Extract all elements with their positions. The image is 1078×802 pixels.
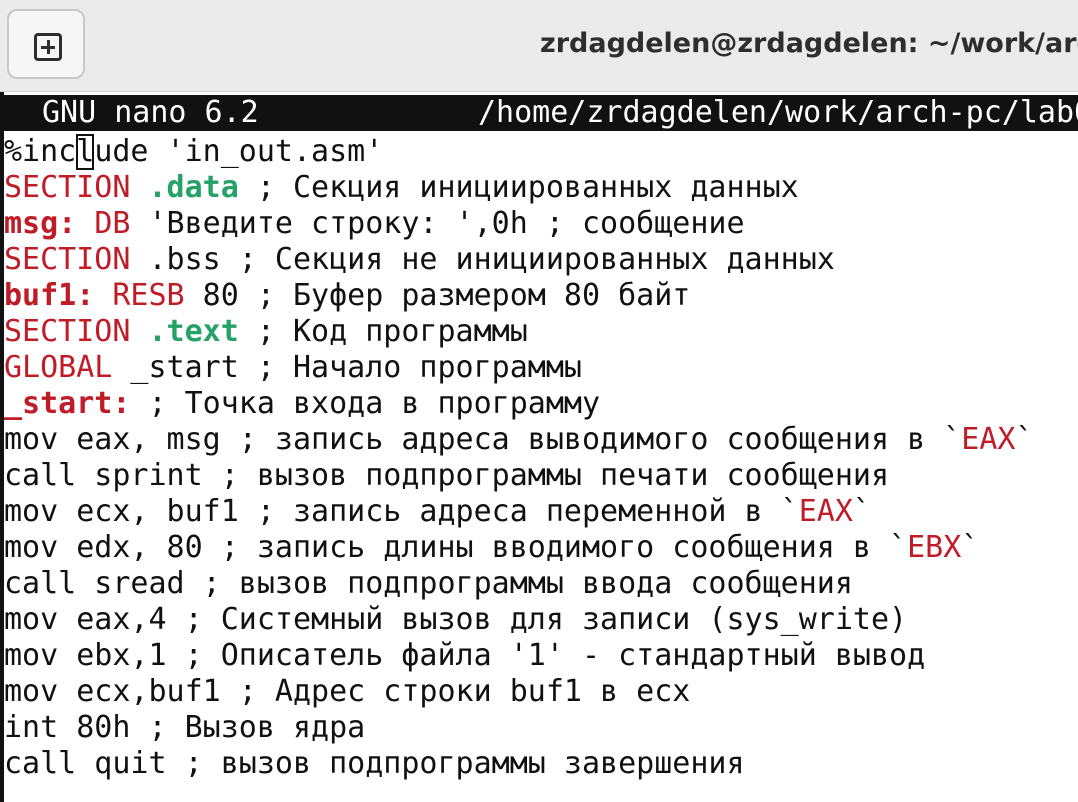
code-token: .text <box>148 314 239 349</box>
code-token: _start ; Начало программы <box>112 350 582 385</box>
code-line[interactable]: mov eax, msg ; запись адреса выводимого … <box>4 422 1034 458</box>
nano-header-bar: GNU nano 6.2 /home/zrdagdelen/work/arch-… <box>4 95 1078 131</box>
code-token: ; Секция инициированных данных <box>238 170 799 205</box>
code-line[interactable]: GLOBAL _start ; Начало программы <box>4 350 1034 386</box>
code-line[interactable]: int 80h ; Вызов ядра <box>4 710 1034 746</box>
code-line[interactable]: buf1: RESB 80 ; Буфер размером 80 байт <box>4 278 1034 314</box>
code-line[interactable]: call sread ; вызов подпрограммы ввода со… <box>4 566 1034 602</box>
code-token: mov edx, 80 ; запись длины вводимого соо… <box>4 530 908 565</box>
code-token: _start: <box>4 386 131 421</box>
code-token: mov eax, msg ; запись адреса выводимого … <box>4 422 962 457</box>
code-line[interactable]: SECTION .bss ; Секция не инициированных … <box>4 242 1034 278</box>
code-token: mov ecx, buf1 ; запись адреса переменной… <box>4 494 799 529</box>
code-token: GLOBAL <box>4 350 113 385</box>
code-token: mov eax,4 ; Системный вызов для записи (… <box>4 602 908 637</box>
code-token: ude 'in_out.asm' <box>94 134 384 169</box>
code-line[interactable]: %include 'in_out.asm' <box>4 134 1034 170</box>
code-line[interactable]: _start: ; Точка входа в программу <box>4 386 1034 422</box>
code-token: call sread ; вызов подпрограммы ввода со… <box>4 566 853 601</box>
code-token: RESB <box>112 278 185 313</box>
code-token: 80 ; Буфер размером 80 байт <box>184 278 691 313</box>
code-token: ` <box>1015 422 1034 457</box>
new-tab-button[interactable] <box>7 9 85 79</box>
code-token: SECTION <box>4 170 131 205</box>
code-line[interactable]: SECTION .text ; Код программы <box>4 314 1034 350</box>
code-token: ; Код программы <box>238 314 528 349</box>
code-line[interactable]: mov ecx, buf1 ; запись адреса переменной… <box>4 494 1034 530</box>
code-token: call quit ; вызов подпрограммы завершени… <box>4 746 745 781</box>
code-line[interactable]: SECTION .data ; Секция инициированных да… <box>4 170 1034 206</box>
code-token: SECTION <box>4 242 131 277</box>
code-line[interactable]: call sprint ; вызов подпрограммы печати … <box>4 458 1034 494</box>
title-bar: zrdagdelen@zrdagdelen: ~/work/arch- <box>0 0 1078 92</box>
code-token: .data <box>148 170 239 205</box>
code-line[interactable]: msg: DB 'Введите строку: ',0h ; сообщени… <box>4 206 1034 242</box>
code-editor[interactable]: %include 'in_out.asm' SECTION .data ; Сек… <box>4 134 1034 782</box>
code-token: mov ebx,1 ; Описатель файла '1' - станда… <box>4 638 926 673</box>
code-line[interactable]: mov ebx,1 ; Описатель файла '1' - станда… <box>4 638 1034 674</box>
code-token: DB <box>94 206 131 241</box>
window-title: zrdagdelen@zrdagdelen: ~/work/arch- <box>540 28 1078 59</box>
code-token: ` <box>852 494 871 529</box>
code-line[interactable]: mov eax,4 ; Системный вызов для записи (… <box>4 602 1034 638</box>
code-token: call sprint ; вызов подпрограммы печати … <box>4 458 890 493</box>
code-token: ` <box>961 530 980 565</box>
code-line[interactable]: mov ecx,buf1 ; Адрес строки buf1 в ecx <box>4 674 1034 710</box>
text-cursor: l <box>76 134 95 170</box>
code-token: SECTION <box>4 314 131 349</box>
code-token: int 80h ; Вызов ядра <box>4 710 366 745</box>
code-token: .bss ; Секция не инициированных данных <box>130 242 835 277</box>
code-token: ; Точка входа в программу <box>130 386 601 421</box>
terminal-window: zrdagdelen@zrdagdelen: ~/work/arch- GNU … <box>0 0 1078 802</box>
code-token: 'Введите строку: ',0h ; сообщение <box>130 206 745 241</box>
nano-version: GNU nano 6.2 <box>42 95 259 130</box>
code-token: msg: <box>4 206 77 241</box>
code-token: EAX <box>961 422 1016 457</box>
code-token: %inc <box>4 134 77 169</box>
file-path: /home/zrdagdelen/work/arch-pc/lab0 <box>478 95 1078 130</box>
code-token: buf1: <box>4 278 95 313</box>
plus-square-icon <box>34 33 62 61</box>
code-line[interactable]: mov edx, 80 ; запись длины вводимого соо… <box>4 530 1034 566</box>
code-token: EAX <box>798 494 853 529</box>
code-token: EBX <box>907 530 962 565</box>
code-line[interactable]: call quit ; вызов подпрограммы завершени… <box>4 746 1034 782</box>
code-token: mov ecx,buf1 ; Адрес строки buf1 в ecx <box>4 674 691 709</box>
